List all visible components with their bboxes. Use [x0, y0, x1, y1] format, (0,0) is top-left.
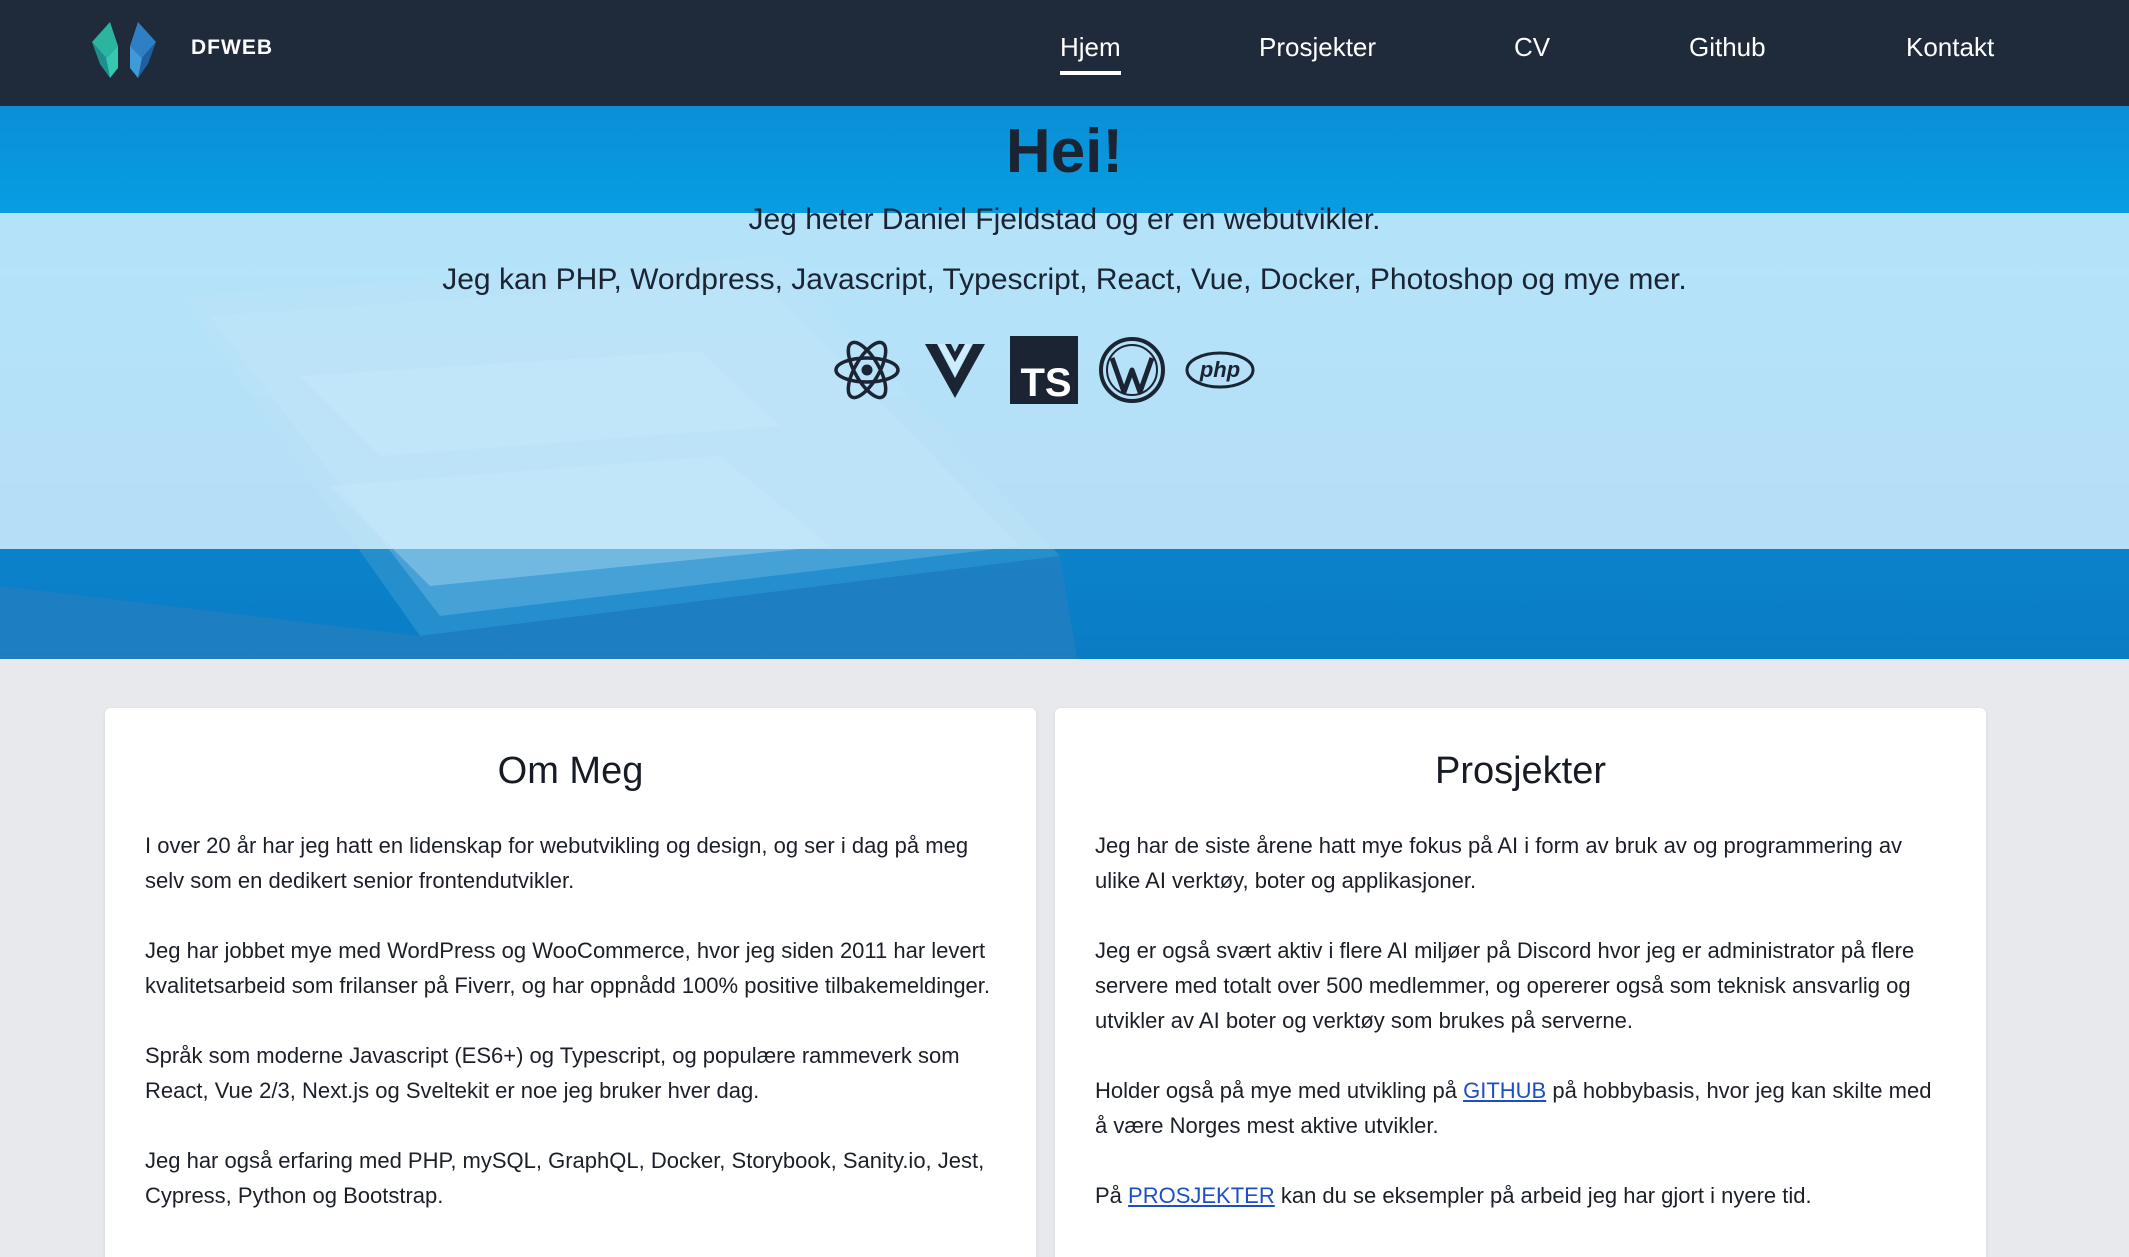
php-icon: php	[1185, 351, 1255, 389]
projects-text: Holder også på mye med utvikling på	[1095, 1078, 1464, 1103]
react-icon	[834, 340, 900, 400]
vue-icon	[925, 344, 985, 398]
hero-skills: Jeg kan PHP, Wordpress, Javascript, Type…	[442, 263, 1687, 296]
about-paragraph: Språk som moderne Javascript (ES6+) og T…	[145, 1043, 960, 1103]
about-body: I over 20 år har jeg hatt en lidenskap f…	[145, 828, 996, 1248]
about-paragraph: Jeg har jobbet mye med WordPress og WooC…	[145, 938, 991, 998]
typescript-icon: TS	[1010, 336, 1078, 404]
projects-card: Prosjekter Jeg har de siste årene hatt m…	[1055, 708, 1986, 1257]
top-navbar: DFWEB Hjem Prosjekter CV Github Kontakt	[0, 0, 2129, 106]
nav-link-cv[interactable]: CV	[1514, 32, 1550, 63]
projects-paragraph: Holder også på mye med utvikling på GITH…	[1095, 1073, 1946, 1143]
wordpress-icon	[1099, 337, 1165, 403]
projects-title: Prosjekter	[1434, 750, 1607, 792]
projects-text: På	[1095, 1183, 1129, 1208]
nav-link-github[interactable]: Github	[1689, 32, 1766, 63]
hero-title: Hei!	[1005, 117, 1124, 186]
github-link[interactable]: GITHUB	[1463, 1078, 1546, 1103]
tech-icons-row: TS php	[833, 336, 1255, 406]
svg-text:TS: TS	[1020, 361, 1071, 404]
nav-link-kontakt[interactable]: Kontakt	[1906, 32, 1994, 63]
projects-paragraph: På PROSJEKTER kan du se eksempler på arb…	[1095, 1178, 1946, 1213]
about-paragraph: Jeg har også erfaring med PHP, mySQL, Gr…	[145, 1148, 985, 1208]
about-paragraph: I over 20 år har jeg hatt en lidenskap f…	[145, 833, 969, 893]
projects-body: Jeg har de siste årene hatt mye fokus på…	[1095, 828, 1946, 1248]
about-title: Om Meg	[497, 750, 644, 792]
hero-intro: Jeg heter Daniel Fjeldstad og er en webu…	[748, 203, 1381, 236]
brand-name[interactable]: DFWEB	[191, 36, 273, 60]
nav-link-hjem[interactable]: Hjem	[1060, 32, 1121, 75]
nav-link-prosjekter[interactable]: Prosjekter	[1259, 32, 1376, 63]
prosjekter-link[interactable]: PROSJEKTER	[1128, 1183, 1275, 1208]
dfweb-logo[interactable]	[88, 18, 160, 82]
projects-paragraph: Jeg er også svært aktiv i flere AI miljø…	[1095, 938, 1915, 1033]
svg-text:php: php	[1199, 357, 1240, 382]
projects-text: kan du se eksempler på arbeid jeg har gj…	[1274, 1183, 1812, 1208]
about-card: Om Meg I over 20 år har jeg hatt en lide…	[105, 708, 1036, 1257]
projects-paragraph: Jeg har de siste årene hatt mye fokus på…	[1095, 833, 1903, 893]
